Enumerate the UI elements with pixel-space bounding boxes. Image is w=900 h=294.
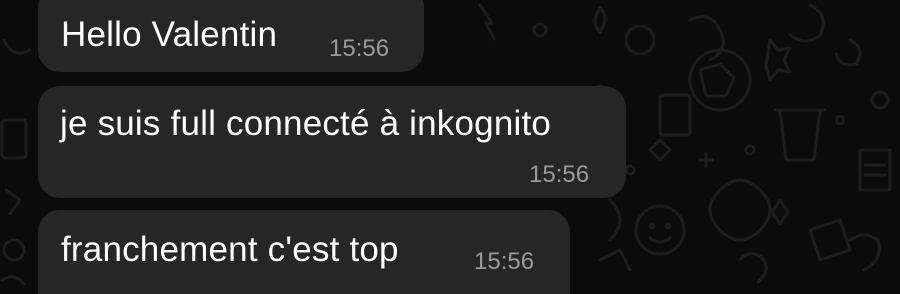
message-text: je suis full connecté à inkognito (60, 104, 552, 143)
message-bubble[interactable]: je suis full connecté à inkognito 15:56 (38, 86, 626, 198)
message-bubble[interactable]: franchement c'est top 15:56 (38, 210, 570, 294)
message-text: Hello Valentin (61, 15, 278, 54)
message-timestamp: 15:56 (474, 248, 535, 275)
message-timestamp: 15:56 (329, 35, 390, 62)
message-timestamp: 15:56 (529, 161, 590, 188)
message-text: franchement c'est top (61, 230, 399, 269)
message-bubble[interactable]: Hello Valentin 15:56 (38, 0, 424, 72)
